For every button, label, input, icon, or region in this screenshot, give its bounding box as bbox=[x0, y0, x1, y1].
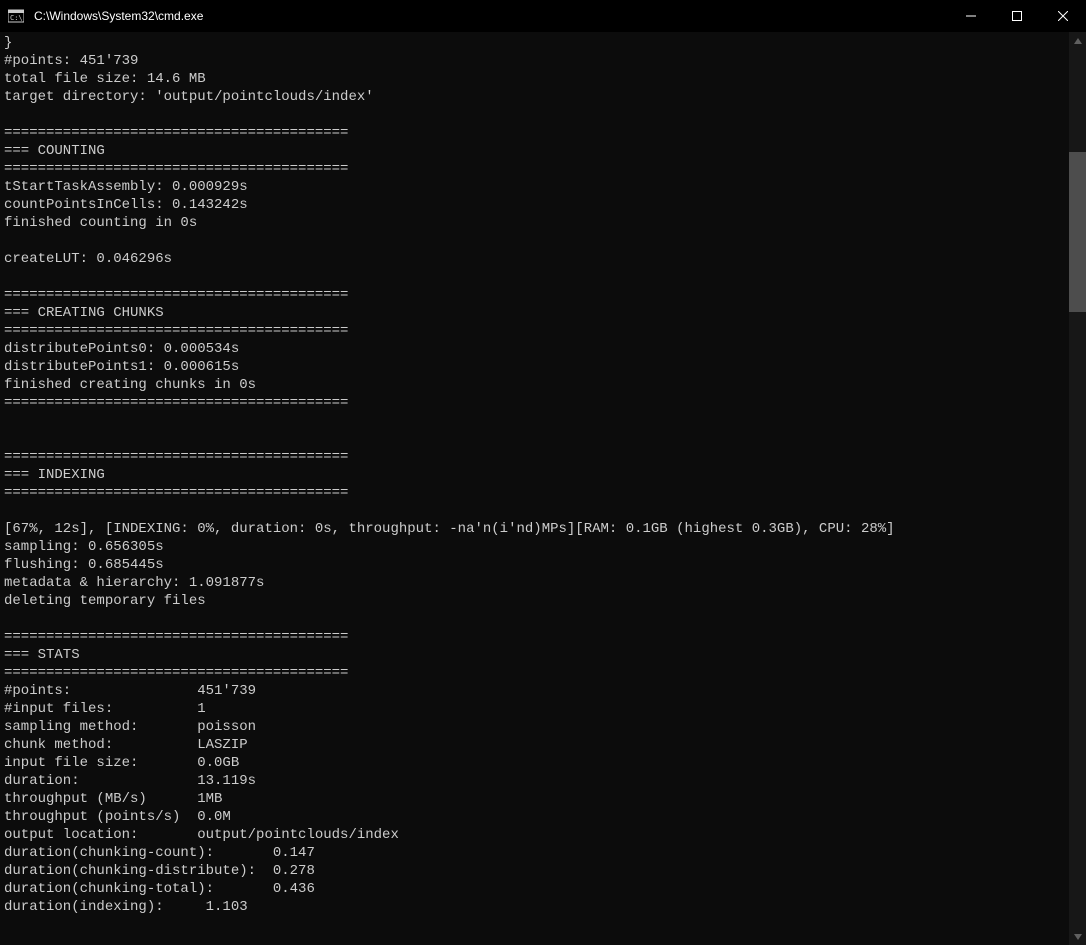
window-controls bbox=[948, 0, 1086, 32]
minimize-button[interactable] bbox=[948, 0, 994, 32]
svg-text:C:\: C:\ bbox=[10, 14, 23, 22]
terminal-area: } #points: 451'739 total file size: 14.6… bbox=[0, 32, 1086, 945]
window-title: C:\Windows\System32\cmd.exe bbox=[32, 9, 948, 23]
vertical-scrollbar[interactable] bbox=[1069, 32, 1086, 945]
scroll-down-arrow[interactable] bbox=[1069, 928, 1086, 945]
close-button[interactable] bbox=[1040, 0, 1086, 32]
scroll-up-arrow[interactable] bbox=[1069, 32, 1086, 49]
scroll-thumb[interactable] bbox=[1069, 152, 1086, 312]
window-titlebar: C:\ C:\Windows\System32\cmd.exe bbox=[0, 0, 1086, 32]
cmd-icon: C:\ bbox=[8, 8, 24, 24]
terminal-output[interactable]: } #points: 451'739 total file size: 14.6… bbox=[0, 32, 1069, 945]
maximize-button[interactable] bbox=[994, 0, 1040, 32]
